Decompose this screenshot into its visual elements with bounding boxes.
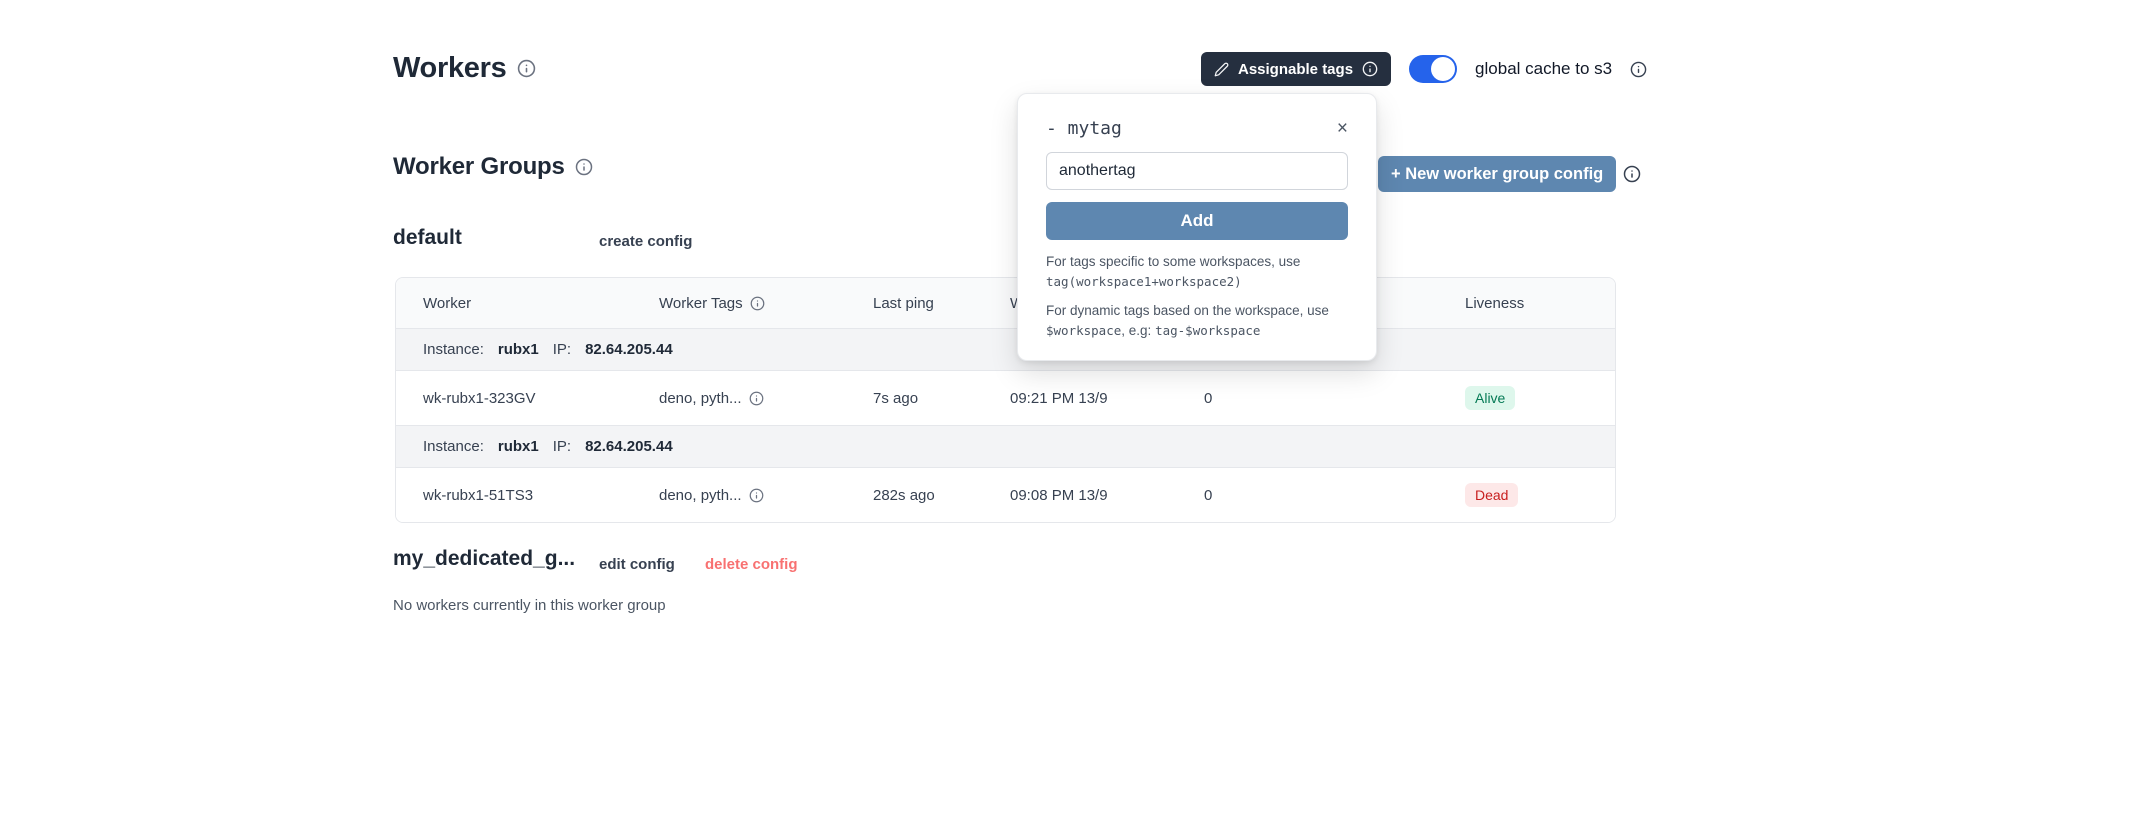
- close-icon[interactable]: ×: [1337, 119, 1348, 138]
- worker-groups-title: Worker Groups: [393, 153, 565, 181]
- instance-label: Instance:: [423, 438, 484, 455]
- create-config-link[interactable]: create config: [599, 233, 692, 250]
- edit-config-link[interactable]: edit config: [599, 556, 675, 573]
- info-icon[interactable]: [750, 296, 765, 311]
- instance-name: rubx1: [498, 438, 539, 455]
- assignable-tags-label: Assignable tags: [1238, 61, 1353, 78]
- info-icon[interactable]: [749, 391, 764, 406]
- new-tag-input[interactable]: [1046, 152, 1348, 190]
- instance-row: Instance: rubx1 IP: 82.64.205.44: [396, 425, 1615, 467]
- last-ping: 282s ago: [873, 487, 1010, 504]
- worker-tags: deno, pyth...: [659, 390, 742, 407]
- page-title: Workers: [393, 52, 506, 85]
- empty-group-text: No workers currently in this worker grou…: [393, 597, 666, 614]
- assignable-tags-button[interactable]: Assignable tags: [1201, 52, 1391, 86]
- assignable-tags-popover: - mytag × Add For tags specific to some …: [1017, 93, 1377, 361]
- table-row: wk-rubx1-51TS3 deno, pyth... 282s ago 09…: [396, 467, 1615, 522]
- status-badge: Dead: [1465, 483, 1518, 507]
- table-header-row: Worker Worker Tags Last ping Worker star…: [396, 278, 1615, 328]
- jobs-count: 0: [1204, 390, 1465, 407]
- tag-list-item: - mytag: [1046, 118, 1122, 139]
- help-code: tag(workspace1+workspace2): [1046, 274, 1242, 289]
- col-worker-tags: Worker Tags: [659, 295, 873, 312]
- tags-help-dynamic: For dynamic tags based on the workspace,…: [1046, 301, 1348, 342]
- toggle-knob: [1431, 57, 1455, 81]
- new-config-row: + New worker group config: [1378, 156, 1641, 192]
- ip-label: IP:: [553, 438, 571, 455]
- col-last-ping: Last ping: [873, 295, 1010, 312]
- ip-value: 82.64.205.44: [585, 341, 673, 358]
- info-icon[interactable]: [575, 158, 593, 176]
- help-code: tag-$workspace: [1155, 323, 1260, 338]
- global-cache-toggle[interactable]: [1409, 55, 1457, 83]
- col-liveness: Liveness: [1465, 295, 1615, 312]
- help-code: $workspace: [1046, 323, 1121, 338]
- info-icon[interactable]: [1362, 61, 1378, 77]
- status-badge: Alive: [1465, 386, 1515, 410]
- info-icon[interactable]: [1630, 61, 1647, 78]
- info-icon[interactable]: [517, 59, 536, 78]
- info-icon[interactable]: [1623, 165, 1641, 183]
- page-title-row: Workers: [393, 52, 536, 85]
- pencil-icon: [1214, 62, 1229, 77]
- worker-name: wk-rubx1-51TS3: [396, 487, 659, 504]
- ip-value: 82.64.205.44: [585, 438, 673, 455]
- add-tag-button[interactable]: Add: [1046, 202, 1348, 240]
- instance-label: Instance:: [423, 341, 484, 358]
- workers-table: Worker Worker Tags Last ping Worker star…: [395, 277, 1616, 523]
- col-worker: Worker: [396, 295, 659, 312]
- group-name-dedicated: my_dedicated_g...: [393, 547, 575, 571]
- last-ping: 7s ago: [873, 390, 1010, 407]
- worker-start: 09:08 PM 13/9: [1010, 487, 1204, 504]
- table-row: wk-rubx1-323GV deno, pyth... 7s ago 09:2…: [396, 370, 1615, 425]
- delete-config-link[interactable]: delete config: [705, 556, 798, 573]
- worker-start: 09:21 PM 13/9: [1010, 390, 1204, 407]
- tags-help-workspaces: For tags specific to some workspaces, us…: [1046, 252, 1348, 293]
- info-icon[interactable]: [749, 488, 764, 503]
- instance-name: rubx1: [498, 341, 539, 358]
- worker-groups-heading-row: Worker Groups: [393, 153, 593, 181]
- worker-tags: deno, pyth...: [659, 487, 742, 504]
- toolbar: Assignable tags global cache to s3: [1201, 51, 1647, 87]
- instance-row: Instance: rubx1 IP: 82.64.205.44: [396, 328, 1615, 370]
- group-name-default: default: [393, 226, 462, 250]
- jobs-count: 0: [1204, 487, 1465, 504]
- worker-name: wk-rubx1-323GV: [396, 390, 659, 407]
- ip-label: IP:: [553, 341, 571, 358]
- global-cache-label: global cache to s3: [1475, 59, 1612, 79]
- workers-page: Workers Assignable tags global cache to …: [0, 0, 2136, 835]
- new-worker-group-config-button[interactable]: + New worker group config: [1378, 156, 1616, 192]
